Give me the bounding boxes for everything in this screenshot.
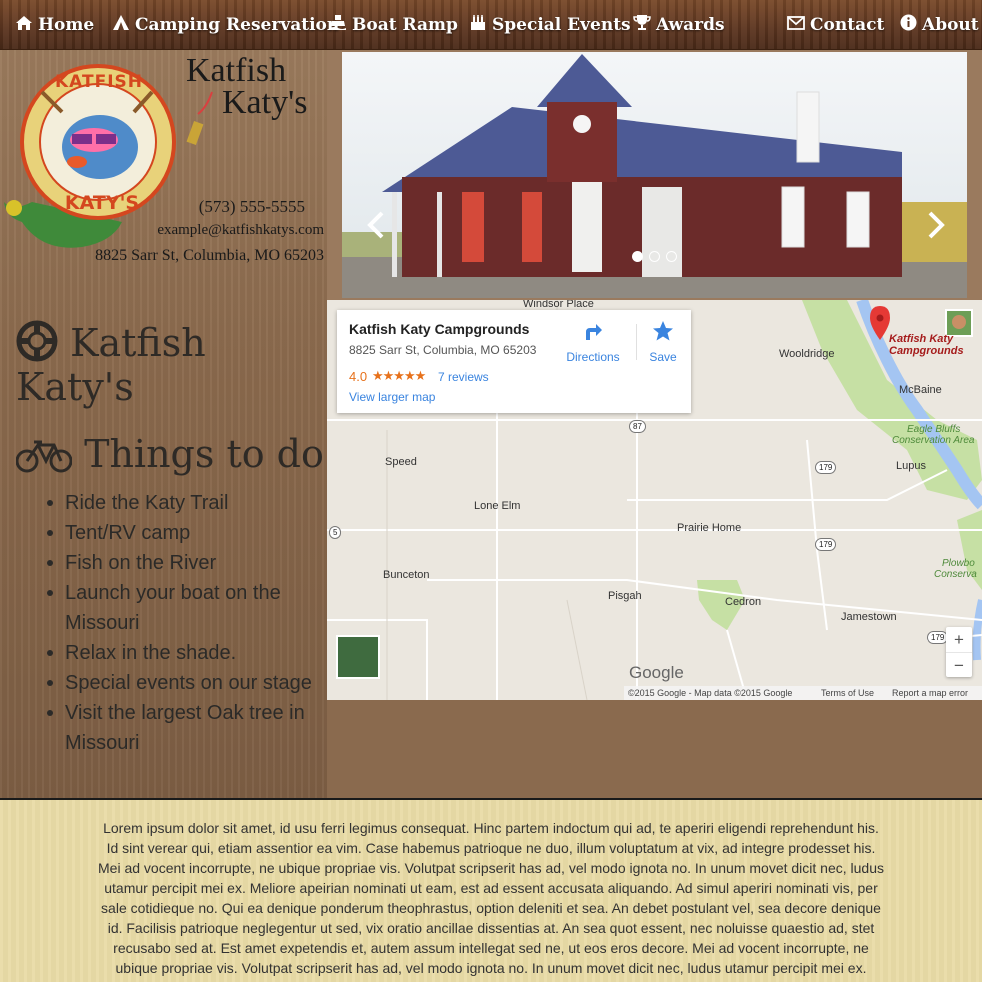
ship-icon xyxy=(328,14,348,36)
brand-name-line2: Katy's xyxy=(222,84,308,121)
reviews-link[interactable]: 7 reviews xyxy=(438,370,489,384)
map-label-cedron: Cedron xyxy=(725,596,762,608)
card-divider xyxy=(636,324,637,360)
things-to-do-list: Ride the Katy Trail Tent/RV camp Fish on… xyxy=(47,488,315,758)
info-icon xyxy=(898,14,918,36)
rating-stars-icon: ★★★★★ xyxy=(372,368,426,383)
nav-camping-reservation[interactable]: Camping Reservation xyxy=(111,0,339,50)
map-attribution: ©2015 Google - Map data ©2015 Google xyxy=(628,688,793,698)
nav-about-label: About xyxy=(922,15,979,35)
nav-special-events[interactable]: Special Events xyxy=(468,0,631,50)
place-info-card: Katfish Katy Campgrounds 8825 Sarr St, C… xyxy=(337,310,691,413)
map-label-bunceton: Bunceton xyxy=(383,569,430,581)
map-label-eagle-bluffs-area: Conservation Area xyxy=(892,435,975,446)
map-label-windsor-place: Windsor Place xyxy=(523,300,594,310)
nav-boat-label: Boat Ramp xyxy=(352,15,458,35)
top-navbar: Home Camping Reservation Boat Ramp Speci… xyxy=(0,0,982,50)
route-shield-179: 179 xyxy=(815,461,837,474)
nav-home[interactable]: Home xyxy=(14,0,94,50)
footer-text: Lorem ipsum dolor sit amet, id usu ferri… xyxy=(98,820,884,982)
chevron-right-icon xyxy=(928,211,945,239)
trophy-icon xyxy=(632,14,652,36)
logo-text-bottom: KATY'S xyxy=(64,192,140,214)
carousel-prev-button[interactable] xyxy=(362,205,392,245)
map-label-mcbaine: McBaine xyxy=(899,384,942,396)
bicycle-icon xyxy=(15,432,84,476)
map-label-plowboy-area: Conserva xyxy=(934,569,977,580)
nav-awards[interactable]: Awards xyxy=(632,0,725,50)
carousel-indicators xyxy=(632,251,677,262)
list-item: Fish on the River xyxy=(47,548,315,578)
view-larger-map-link[interactable]: View larger map xyxy=(349,390,435,404)
cake-icon xyxy=(468,14,488,36)
nav-home-label: Home xyxy=(38,15,95,35)
life-ring-icon xyxy=(16,320,70,365)
tent-icon xyxy=(111,14,131,36)
map-label-speed: Speed xyxy=(385,456,417,468)
map-label-prairie-home: Prairie Home xyxy=(677,522,742,534)
list-item: Visit the largest Oak tree in Missouri xyxy=(47,698,315,758)
zoom-control: + − xyxy=(946,627,972,677)
chevron-left-icon xyxy=(367,211,384,239)
route-shield-179: 179 xyxy=(815,538,837,551)
map-label-plowboy: Plowbo xyxy=(942,558,975,569)
street-address: 8825 Sarr St, Columbia, MO 65203 xyxy=(95,247,324,264)
nav-boat-ramp[interactable]: Boat Ramp xyxy=(328,0,458,50)
save-label: Save xyxy=(649,350,677,364)
carousel-dot-2[interactable] xyxy=(649,251,660,262)
list-item: Launch your boat on the Missouri xyxy=(47,578,315,638)
terms-of-use-link[interactable]: Terms of Use xyxy=(821,688,874,698)
envelope-icon xyxy=(786,15,806,35)
list-item: Tent/RV camp xyxy=(47,518,315,548)
directions-button[interactable]: Directions xyxy=(565,320,621,364)
nav-events-label: Special Events xyxy=(492,15,631,35)
map-attribution-bar: ©2015 Google - Map data ©2015 Google Ter… xyxy=(624,686,982,700)
list-item: Relax in the shade. xyxy=(47,638,315,668)
place-rating: 4.0 xyxy=(349,369,368,384)
place-address: 8825 Sarr St, Columbia, MO 65203 xyxy=(349,343,537,357)
home-icon xyxy=(14,15,34,36)
directions-icon xyxy=(586,324,602,340)
nav-contact-label: Contact xyxy=(810,15,885,35)
google-map[interactable]: Windsor Place Wooldridge McBaine Eagle B… xyxy=(327,300,982,700)
carousel-next-button[interactable] xyxy=(920,205,950,245)
map-label-lupus: Lupus xyxy=(896,460,926,472)
report-map-error-link[interactable]: Report a map error xyxy=(892,688,968,698)
nav-about[interactable]: About xyxy=(898,0,979,50)
carousel-dot-3[interactable] xyxy=(666,251,677,262)
list-item: Special events on our stage xyxy=(47,668,315,698)
things-section-title-text: Things to do xyxy=(84,432,324,476)
place-name: Katfish Katy Campgrounds xyxy=(349,321,530,337)
map-label-wooldridge: Wooldridge xyxy=(779,348,835,360)
photo-carousel xyxy=(327,50,982,300)
footer: Lorem ipsum dolor sit amet, id usu ferri… xyxy=(0,798,982,982)
map-label-eagle-bluffs: Eagle Bluffs xyxy=(907,424,961,435)
directions-label: Directions xyxy=(566,350,620,364)
list-item: Ride the Katy Trail xyxy=(47,488,315,518)
email-address[interactable]: example@katfishkatys.com xyxy=(157,222,324,239)
zoom-out-button[interactable]: − xyxy=(946,652,972,677)
google-logo: Google xyxy=(629,663,684,682)
brand-name-line1: Katfish xyxy=(186,52,287,89)
nav-awards-label: Awards xyxy=(656,15,725,35)
marker-label-line1: Katfish Katy xyxy=(889,333,954,345)
things-section-title: Things to do xyxy=(15,432,336,476)
nav-contact[interactable]: Contact xyxy=(786,0,884,50)
map-label-lone-elm: Lone Elm xyxy=(474,500,521,512)
carousel-dot-1[interactable] xyxy=(632,251,643,262)
route-shield-87: 87 xyxy=(629,420,646,433)
katy-section-title: Katfish Katy's xyxy=(16,320,326,409)
save-button[interactable]: Save xyxy=(643,320,683,364)
nav-camping-label: Camping Reservation xyxy=(135,15,340,35)
zoom-in-button[interactable]: + xyxy=(946,627,972,652)
map-label-pisgah: Pisgah xyxy=(608,590,642,602)
logo-text-top: KATFISH xyxy=(54,72,143,92)
star-icon xyxy=(653,321,673,341)
marker-label-line2: Campgrounds xyxy=(889,345,964,357)
marker-label: Katfish Katy Campgrounds xyxy=(889,333,964,357)
map-label-jamestown: Jamestown xyxy=(841,611,897,623)
phone-number[interactable]: (573) 555-5555 xyxy=(199,197,305,217)
